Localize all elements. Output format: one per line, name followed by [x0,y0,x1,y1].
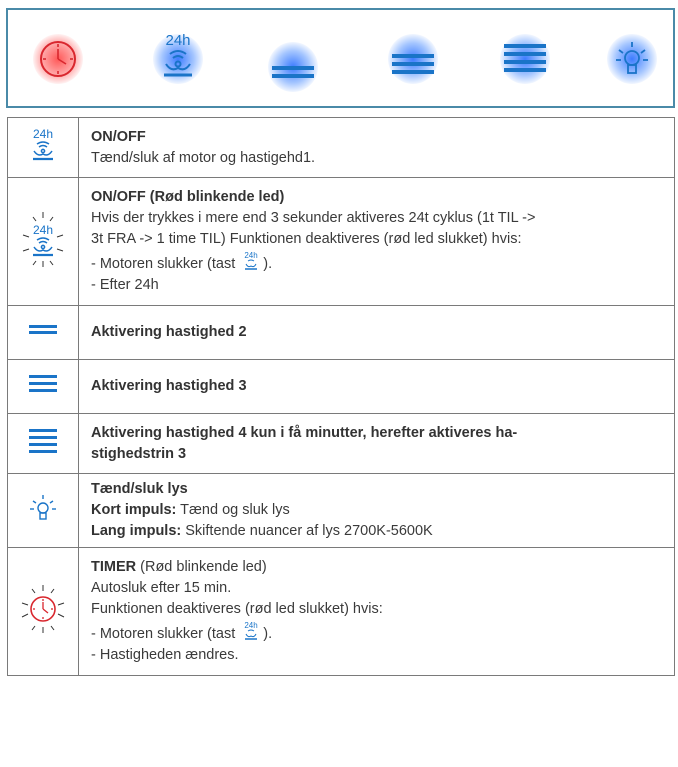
description-cell: ON/OFF Tænd/sluk af motor og hastigehd1. [78,117,675,178]
icon-cell [7,359,79,414]
table-row: Tænd/sluk lys Kort impuls: Tænd og sluk … [7,473,675,548]
row-text: Autosluk efter 15 min. [91,580,232,596]
bullet-text: ). [263,256,273,272]
svg-text:24h: 24h [245,621,258,630]
table-row: Aktivering hastighed 3 [7,359,675,414]
bullet-text: ). [263,626,273,642]
label-bold: Kort impuls: [91,502,177,518]
row-text: Hvis der trykkes i mere end 3 sekunder a… [91,210,536,226]
icon-cell [7,305,79,360]
svg-text:24h: 24h [33,127,53,141]
speed-2-icon [29,325,57,334]
panel-speed-2-button[interactable] [258,20,328,98]
speed-2-icon [272,66,314,78]
table-row: 24h ON/OFF Tænd/sluk af motor og hastige… [7,117,675,178]
icon-cell [7,547,79,676]
description-cell: Aktivering hastighed 3 [78,359,675,414]
fan-24h-blinking-icon: 24h [22,212,64,267]
row-title: ON/OFF [91,128,146,145]
speed-4-icon [29,429,57,453]
description-cell: TIMER (Rød blinkende led) Autosluk efter… [78,547,675,676]
row-text: 3t FRA -> 1 time TIL) Funktionen deaktiv… [91,231,522,247]
icon-cell: 24h [7,177,79,306]
fan-24h-icon: 24h [164,32,192,77]
row-text: Funktionen deaktiveres (rød led slukket)… [91,601,383,617]
legend-table: 24h ON/OFF Tænd/sluk af motor og hastige… [7,117,675,676]
fan-24h-icon: 24h [245,621,258,640]
svg-text:24h: 24h [165,32,190,49]
description-cell: Tænd/sluk lys Kort impuls: Tænd og sluk … [78,473,675,548]
bullet-text: - Motoren slukker (tast [91,256,240,272]
row-title: Tænd/sluk lys [91,481,188,497]
speed-3-icon [392,54,434,74]
svg-text:24h: 24h [245,251,258,260]
row-bullet: - Motoren slukker (tast 24h). [91,250,664,275]
icon-cell [7,413,79,474]
panel-light-button[interactable] [597,20,667,98]
table-row: Aktivering hastighed 4 kun i få minutter… [7,413,675,474]
panel-speed-4-button[interactable] [490,20,560,98]
panel-24h-button[interactable]: 24h [143,20,213,98]
icon-cell [7,473,79,548]
fan-24h-icon: 24h [33,127,53,161]
table-row: TIMER (Rød blinkende led) Autosluk efter… [7,547,675,676]
light-icon [616,42,648,74]
row-title: ON/OFF (Rød blinkende led) [91,189,285,205]
panel-speed-3-button[interactable] [378,20,448,98]
row-text: Lang impuls: Skiftende nuancer af lys 27… [91,521,664,542]
row-title: stighedstrin 3 [91,445,187,462]
row-bullet: - Efter 24h [91,277,159,293]
title-bold: TIMER [91,559,137,575]
fan-24h-icon: 24h [245,251,258,270]
bullet-text: - Motoren slukker (tast [91,626,240,642]
label-text: Skiftende nuancer af lys 2700K-5600K [181,523,433,539]
description-cell: Aktivering hastighed 2 [78,305,675,360]
row-title: Aktivering hastighed 4 kun i få minutter… [91,424,518,441]
control-panel: 24h [6,8,675,108]
row-bullet: - Motoren slukker (tast 24h). [91,620,664,645]
description-cell: ON/OFF (Rød blinkende led) Hvis der tryk… [78,177,675,306]
row-title: Aktivering hastighed 2 [91,324,247,340]
description-cell: Aktivering hastighed 4 kun i få minutter… [78,413,675,474]
speed-4-icon [504,44,546,72]
timer-icon [40,41,76,77]
row-title: TIMER (Rød blinkende led) [91,557,664,578]
table-row: Aktivering hastighed 2 [7,305,675,360]
row-title: Aktivering hastighed 3 [91,378,247,394]
label-bold: Lang impuls: [91,523,182,539]
label-text: Tænd og sluk lys [176,502,290,518]
icon-cell: 24h [7,117,79,178]
row-text: Tænd/sluk af motor og hastigehd1. [91,149,316,166]
speed-3-icon [29,375,57,392]
panel-timer-button[interactable] [23,20,93,98]
row-text: Kort impuls: Tænd og sluk lys [91,500,664,521]
timer-blinking-icon [21,585,65,633]
table-row: 24h ON/OFF (Rød blinkende led) Hvis der … [7,177,675,306]
svg-text:24h: 24h [33,223,53,237]
row-bullet: - Hastigheden ændres. [91,647,239,663]
title-suffix: (Rød blinkende led) [136,559,267,575]
light-icon [30,495,56,520]
